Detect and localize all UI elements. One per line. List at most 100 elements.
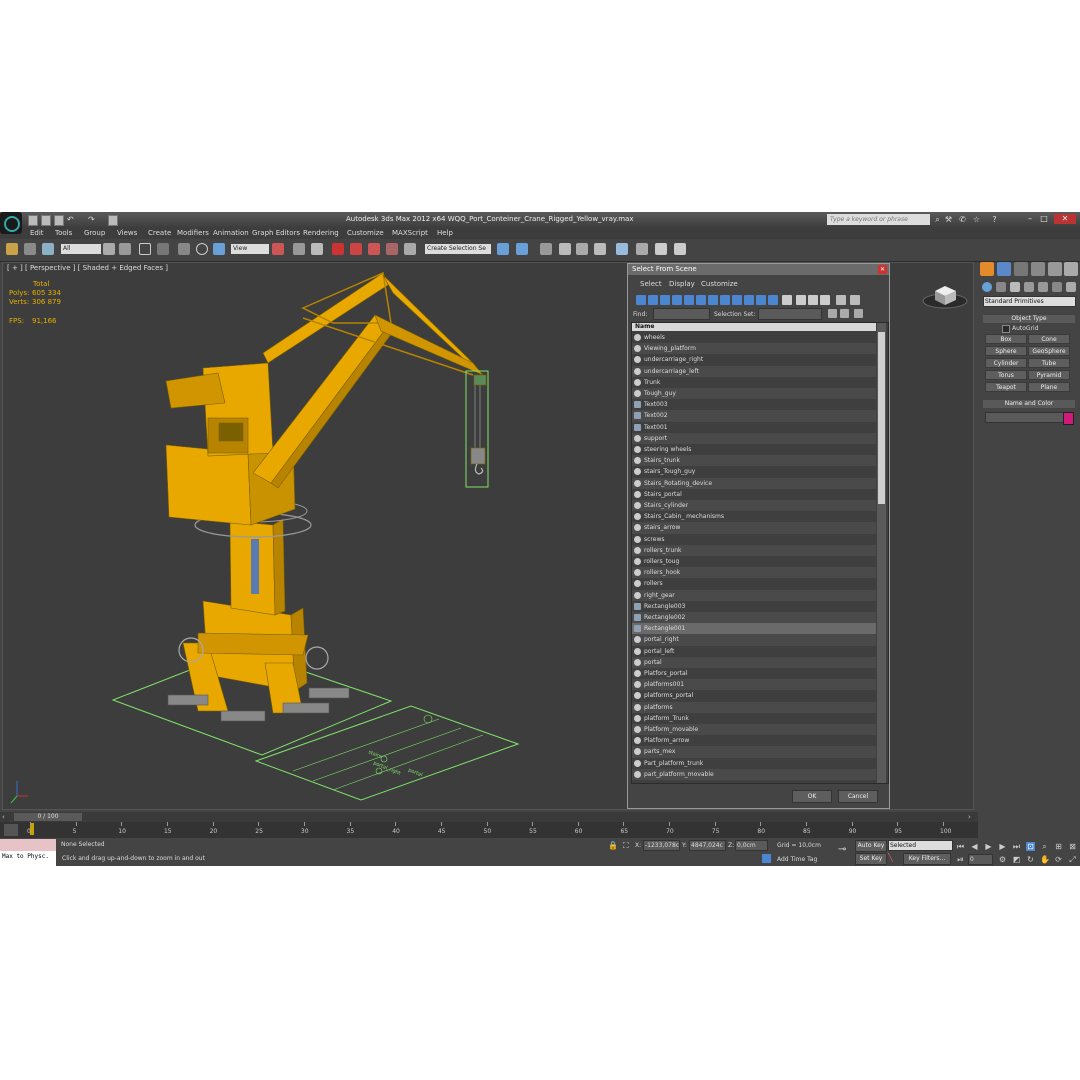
menu-rendering[interactable]: Rendering	[303, 228, 339, 239]
angle-snap-icon[interactable]	[350, 243, 362, 255]
list-item[interactable]: steering wheels	[632, 444, 876, 456]
maxscript-output[interactable]	[0, 839, 56, 851]
reference-coordinate-dropdown[interactable]: View	[231, 244, 269, 254]
dialog-menu-customize[interactable]: Customize	[701, 280, 738, 288]
pan-icon[interactable]: ✋	[1040, 855, 1050, 864]
track-bar[interactable]: 0 5 10 15 20 25 30 35 40 45 50 55 60 65 70 75 80 85 90 95 10…	[0, 822, 978, 838]
list-item[interactable]: Stairs_Rotating_device	[632, 477, 876, 489]
menu-edit[interactable]: Edit	[30, 228, 44, 239]
list-item[interactable]: rollers	[632, 578, 876, 590]
next-frame-icon[interactable]: ▶	[998, 842, 1007, 851]
favorites-star-icon[interactable]: ☆	[972, 215, 981, 224]
object-type-rollout-title[interactable]: Object Type	[983, 315, 1075, 323]
schematic-view-icon[interactable]	[594, 243, 606, 255]
unlink-icon[interactable]	[24, 243, 36, 255]
list-item[interactable]: Platform_arrow	[632, 735, 876, 747]
selection-lock-icon[interactable]: 🔒	[608, 841, 618, 850]
selection-set-remove-icon[interactable]	[854, 309, 863, 318]
list-item[interactable]: platforms_portal	[632, 690, 876, 702]
lights-icon[interactable]	[1010, 282, 1020, 292]
bind-space-warp-icon[interactable]	[42, 243, 54, 255]
y-coordinate-field[interactable]: 4847,024c	[689, 840, 726, 851]
close-icon[interactable]: ✕	[1054, 214, 1076, 224]
shapes-icon[interactable]	[996, 282, 1006, 292]
list-item[interactable]: Viewing_platform	[632, 343, 876, 355]
menu-maxscript[interactable]: MAXScript	[392, 228, 428, 239]
x-coordinate-field[interactable]: -1233,078c	[643, 840, 680, 851]
maxscript-input[interactable]: Max to Physc.	[2, 853, 49, 860]
modify-tab-icon[interactable]	[997, 262, 1011, 276]
list-item[interactable]: Text003	[632, 399, 876, 411]
play-icon[interactable]: ▶	[984, 842, 993, 851]
orbit-subobject-icon[interactable]: ⟳	[1054, 855, 1063, 864]
search-icon[interactable]: ⌕	[933, 215, 942, 224]
list-item[interactable]: wheels	[632, 332, 876, 344]
list-item[interactable]: portal_right	[632, 634, 876, 646]
cancel-button[interactable]: Cancel	[838, 790, 878, 803]
display-groups-icon[interactable]	[708, 295, 718, 305]
menu-modifiers[interactable]: Modifiers	[177, 228, 209, 239]
helpers-icon[interactable]	[1038, 282, 1048, 292]
selection-set-edit-icon[interactable]	[840, 309, 849, 318]
time-slider-prev-icon[interactable]: ‹	[2, 813, 10, 821]
name-and-color-rollout-title[interactable]: Name and Color	[983, 400, 1075, 408]
zoom-all-icon[interactable]: ⊞	[1054, 842, 1063, 851]
hierarchy-tab-icon[interactable]	[1014, 262, 1028, 276]
mirror-icon[interactable]	[497, 243, 509, 255]
geometry-icon[interactable]	[982, 282, 992, 292]
select-and-manipulate-icon[interactable]	[293, 243, 305, 255]
select-and-move-icon[interactable]	[178, 243, 190, 255]
list-item[interactable]: Stairs_Cabin_ mechanisms	[632, 511, 876, 523]
list-item[interactable]: Platfors_portal	[632, 668, 876, 680]
render-production-icon[interactable]	[674, 243, 686, 255]
select-and-scale-icon[interactable]	[213, 243, 225, 255]
plane-button[interactable]: Plane	[1028, 382, 1070, 392]
link-icon[interactable]	[6, 243, 18, 255]
time-slider-next-icon[interactable]: ›	[968, 813, 976, 821]
align-icon[interactable]	[516, 243, 528, 255]
cone-button[interactable]: Cone	[1028, 334, 1070, 344]
list-item[interactable]: Stairs_cylinder	[632, 500, 876, 512]
selection-set-dropdown[interactable]	[758, 308, 822, 320]
display-shapes-icon[interactable]	[648, 295, 658, 305]
list-item[interactable]: Tough_guy	[632, 388, 876, 400]
systems-icon[interactable]	[1066, 282, 1076, 292]
dialog-menu-select[interactable]: Select	[640, 280, 662, 288]
primitive-category-dropdown[interactable]: Standard Primitives	[983, 296, 1076, 307]
list-item[interactable]: screws	[632, 533, 876, 545]
viewcube-icon[interactable]	[920, 281, 970, 311]
list-item[interactable]: part_platform_movable	[632, 768, 876, 780]
object-name-input[interactable]	[985, 412, 1064, 423]
set-key-icon[interactable]: ⊸	[838, 844, 846, 855]
restore-icon[interactable]: □	[1038, 214, 1050, 224]
display-cameras-icon[interactable]	[672, 295, 682, 305]
curve-editor-icon[interactable]	[576, 243, 588, 255]
menu-group[interactable]: Group	[84, 228, 105, 239]
list-item[interactable]: Platform_movable	[632, 724, 876, 736]
previous-frame-icon[interactable]: ◀	[970, 842, 979, 851]
key-mode-dropdown[interactable]: Selected	[888, 840, 953, 851]
display-xrefs-icon[interactable]	[720, 295, 730, 305]
key-navigation-icon[interactable]: ⏯	[956, 855, 965, 864]
edit-named-selection-icon[interactable]	[404, 243, 416, 255]
list-item[interactable]: parts_mex	[632, 746, 876, 758]
space-warps-icon[interactable]	[1052, 282, 1062, 292]
selection-set-add-icon[interactable]	[828, 309, 837, 318]
utilities-tab-icon[interactable]	[1064, 262, 1078, 276]
redo-icon[interactable]: ↷	[88, 215, 96, 224]
rectangular-selection-icon[interactable]	[139, 243, 151, 255]
list-item[interactable]: rollers_toug	[632, 556, 876, 568]
list-item[interactable]: portal_left	[632, 645, 876, 657]
find-input[interactable]	[653, 308, 710, 320]
pivot-center-icon[interactable]	[272, 243, 284, 255]
display-lights-icon[interactable]	[660, 295, 670, 305]
scene-object-list[interactable]: Name wheels Viewing_platform undercarriage…	[631, 322, 889, 784]
maximize-viewport-icon[interactable]: ⤢	[1068, 855, 1077, 864]
list-item[interactable]: stairs_Tough_guy	[632, 466, 876, 478]
list-item[interactable]: stairs_arrow	[632, 522, 876, 534]
list-item[interactable]: Rectangle002	[632, 612, 876, 624]
select-from-scene-dialog[interactable]: Select From Scene ✕ Select Display Custo…	[627, 263, 890, 809]
torus-button[interactable]: Torus	[985, 370, 1027, 380]
name-column-header[interactable]: Name	[632, 323, 876, 331]
list-item[interactable]: undercarriage_left	[632, 365, 876, 377]
